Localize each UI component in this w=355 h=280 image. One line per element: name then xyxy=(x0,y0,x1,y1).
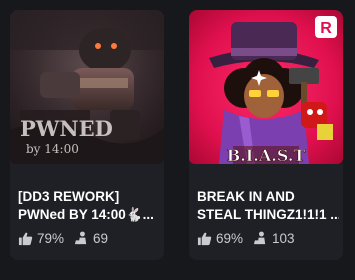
players-stat: 69 xyxy=(74,231,108,246)
game-title[interactable]: [DD3 REWORK] PWNed BY 14:00🐇... xyxy=(18,188,160,224)
game-title-line2: PWNed BY 14:00🐇... xyxy=(18,207,154,222)
game-title-line2: STEAL THINGZ1!1!1 ... xyxy=(197,207,339,222)
thumbnail-image-break-in: R B.I.A.S.T xyxy=(189,10,343,164)
players-value: 103 xyxy=(272,230,295,246)
game-thumbnail[interactable]: R B.I.A.S.T xyxy=(189,10,343,164)
players-stat: 103 xyxy=(253,231,295,246)
players-icon xyxy=(253,231,266,244)
thumbs-up-icon xyxy=(18,232,33,245)
rating-value: 79% xyxy=(37,230,65,246)
rating-stat: 79% xyxy=(18,231,64,246)
thumbnail-logo-text: B.I.A.S.T xyxy=(227,146,306,164)
players-value: 69 xyxy=(93,230,109,246)
thumbnail-caption-sub: by 14:00 xyxy=(26,142,79,156)
game-title-line1: [DD3 REWORK] xyxy=(18,189,120,204)
game-title[interactable]: BREAK IN AND STEAL THINGZ1!1!1 ... xyxy=(197,188,339,224)
thumbnail-badge: R xyxy=(320,20,332,37)
thumbs-up-icon xyxy=(197,232,212,245)
thumbnail-image-dd3: PWNED by 14:00 xyxy=(10,10,164,164)
rating-stat: 69% xyxy=(197,231,243,246)
game-card-break-in[interactable]: R B.I.A.S.T BREAK IN AND STEAL THINGZ1!1… xyxy=(189,10,343,260)
game-stats: 79% 69 xyxy=(18,229,118,247)
rating-value: 69% xyxy=(216,230,244,246)
game-thumbnail[interactable]: PWNED by 14:00 xyxy=(10,10,164,164)
game-title-line1: BREAK IN AND xyxy=(197,189,295,204)
players-icon xyxy=(74,231,87,244)
thumbnail-caption-main: PWNED xyxy=(20,116,113,141)
game-card-dd3-rework[interactable]: PWNED by 14:00 [DD3 REWORK] PWNed BY 14:… xyxy=(10,10,164,260)
game-stats: 69% 103 xyxy=(197,229,305,247)
